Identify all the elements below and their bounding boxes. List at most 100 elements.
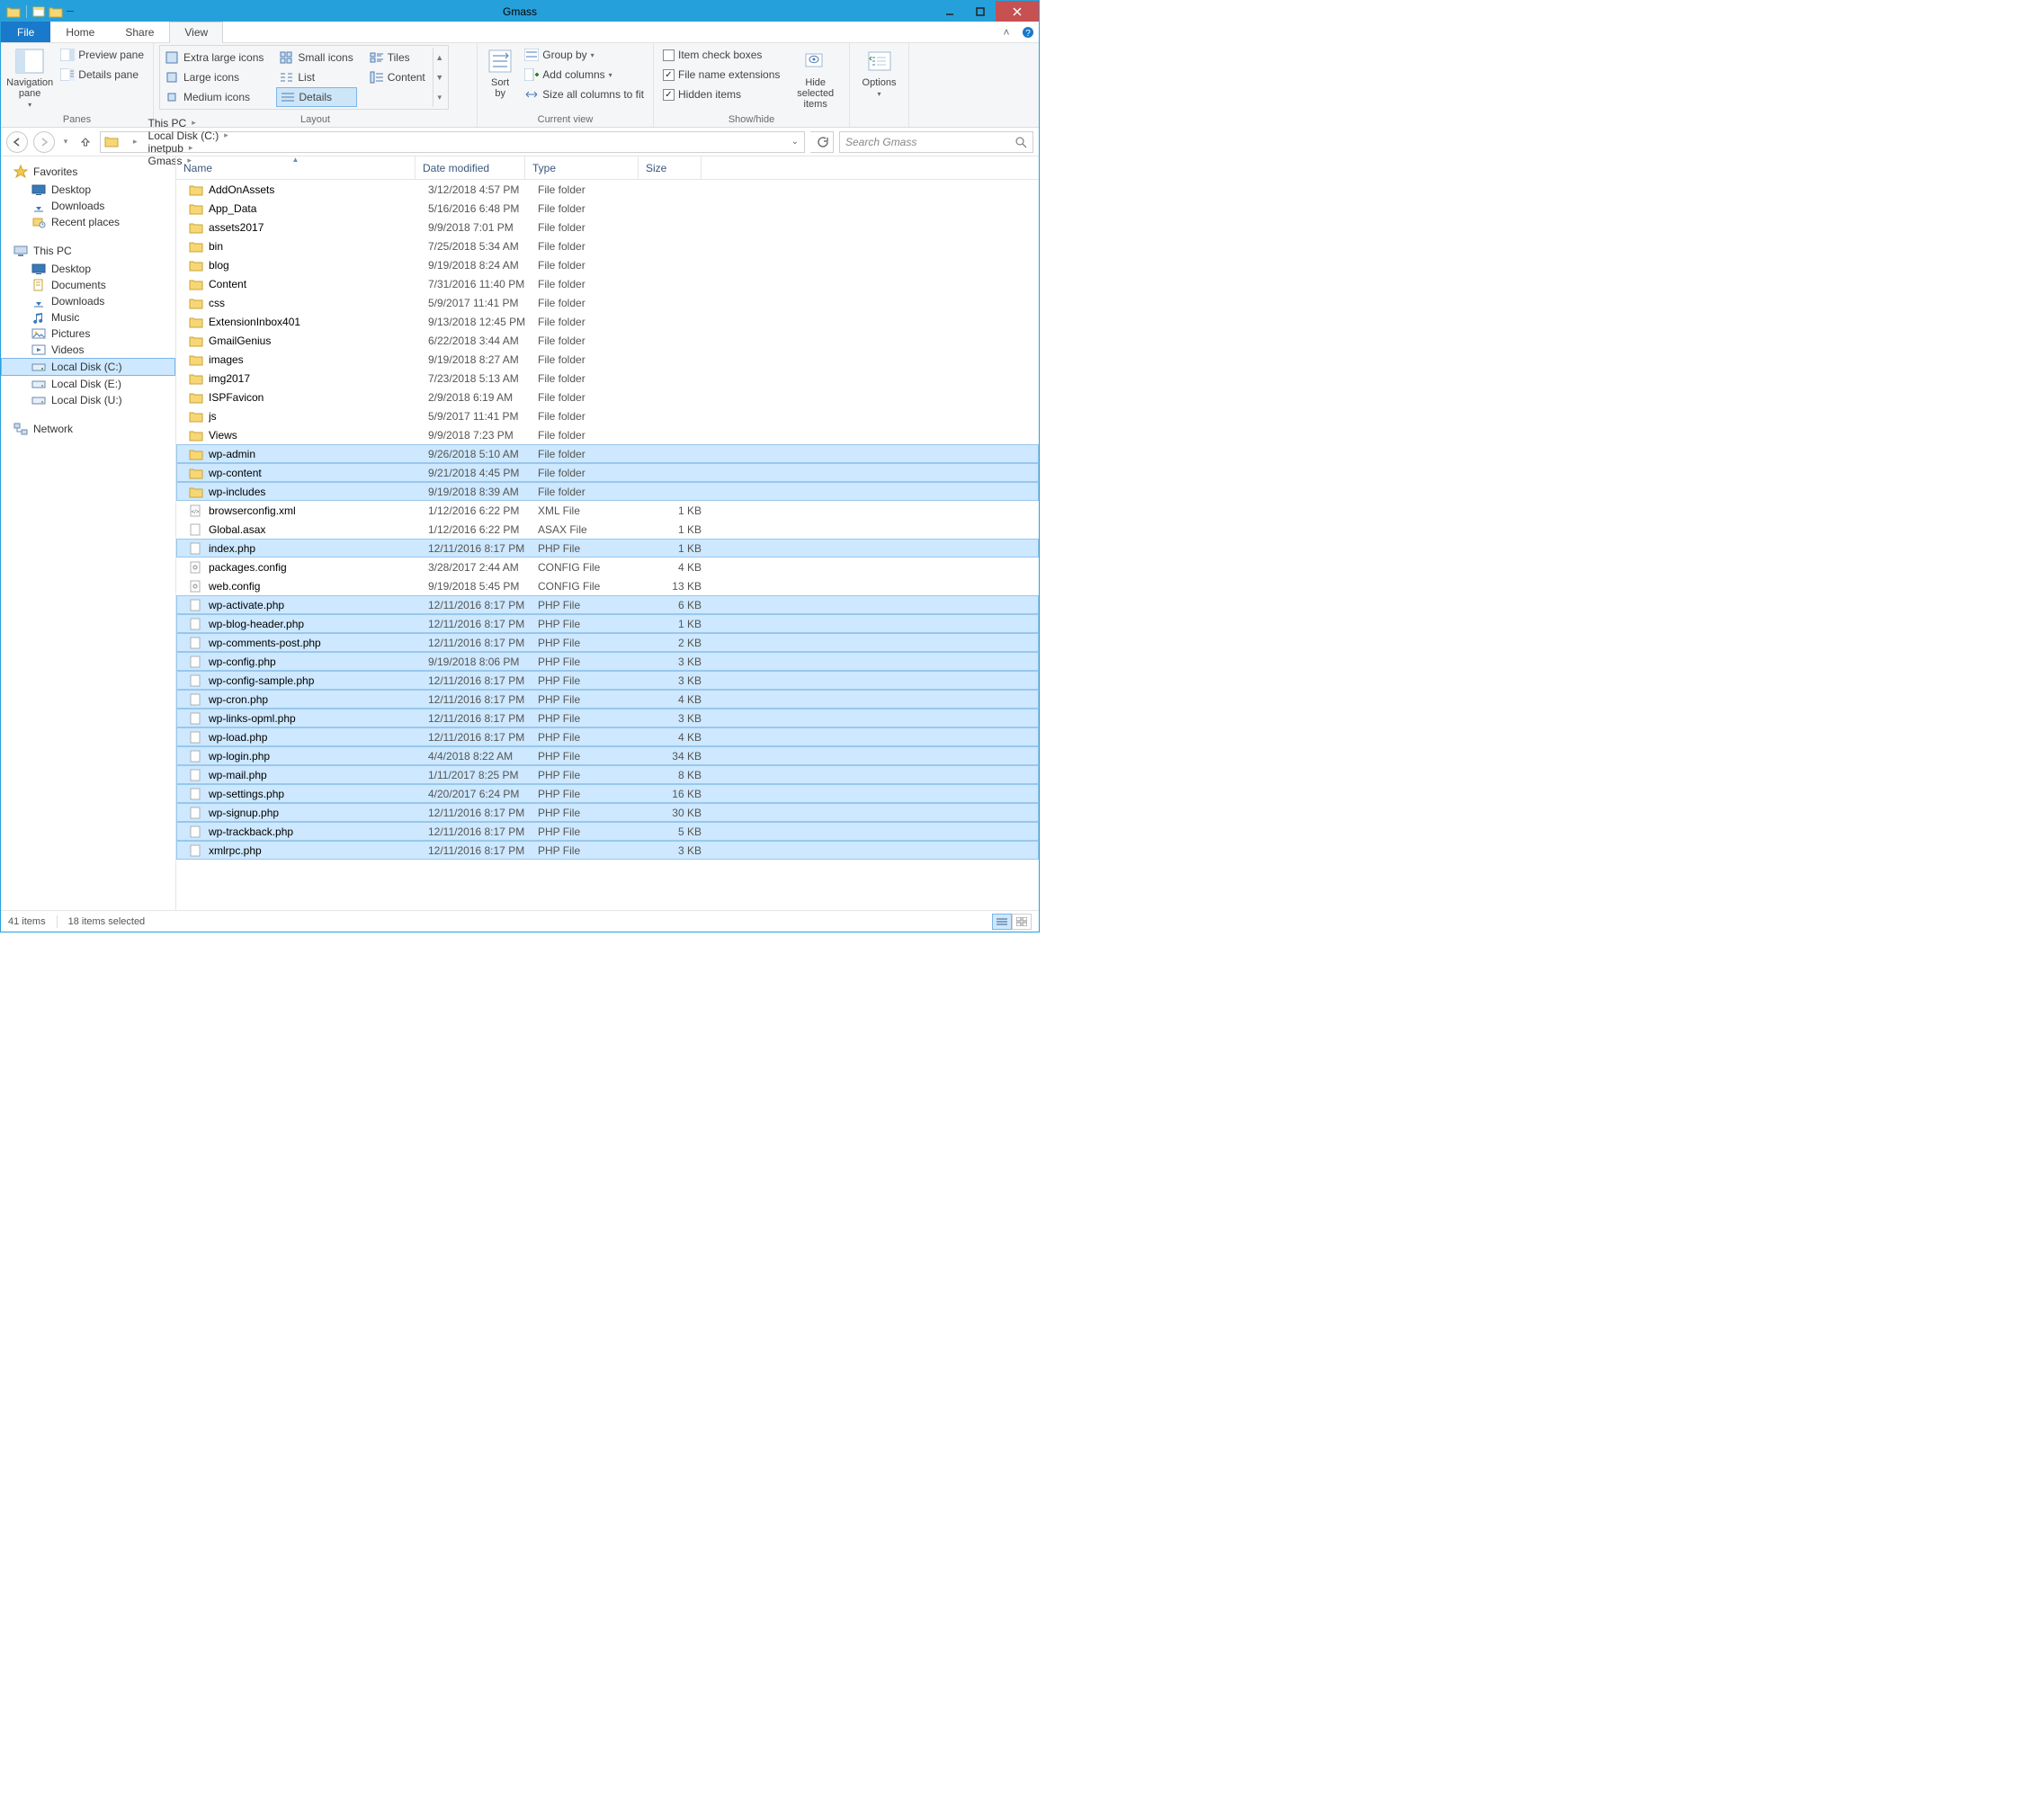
breadcrumb-item[interactable]: Local Disk (C:)▸: [143, 129, 234, 142]
layout-more-icon[interactable]: ▾: [434, 87, 446, 107]
column-size[interactable]: Size: [639, 156, 702, 179]
details-pane-button[interactable]: Details pane: [57, 65, 147, 85]
file-row[interactable]: css5/9/2017 11:41 PMFile folder: [176, 293, 1039, 312]
item-checkboxes-toggle[interactable]: Item check boxes: [659, 45, 783, 65]
nav-item[interactable]: Music: [1, 309, 175, 326]
nav-item[interactable]: Recent places: [1, 214, 175, 230]
file-row[interactable]: bin7/25/2018 5:34 AMFile folder: [176, 236, 1039, 255]
qat-dropdown-icon[interactable]: [65, 11, 76, 12]
file-row[interactable]: img20177/23/2018 5:13 AMFile folder: [176, 369, 1039, 388]
up-button[interactable]: [76, 133, 94, 151]
breadcrumb-item[interactable]: This PC▸: [143, 117, 234, 129]
file-row[interactable]: </>browserconfig.xml1/12/2016 6:22 PMXML…: [176, 501, 1039, 520]
nav-item[interactable]: Videos: [1, 342, 175, 358]
layout-option[interactable]: Details: [276, 87, 356, 107]
layout-option[interactable]: Large icons: [162, 67, 267, 87]
layout-option[interactable]: List: [276, 67, 356, 87]
file-row[interactable]: packages.config3/28/2017 2:44 AMCONFIG F…: [176, 558, 1039, 576]
file-row[interactable]: wp-signup.php12/11/2016 8:17 PMPHP File3…: [176, 803, 1039, 822]
hide-selected-button[interactable]: Hide selected items: [787, 45, 844, 110]
file-row[interactable]: ExtensionInbox4019/13/2018 12:45 PMFile …: [176, 312, 1039, 331]
file-row[interactable]: Global.asax1/12/2016 6:22 PMASAX File1 K…: [176, 520, 1039, 539]
nav-item[interactable]: Local Disk (U:): [1, 392, 175, 408]
refresh-button[interactable]: [810, 131, 834, 153]
column-date[interactable]: Date modified: [416, 156, 525, 179]
navigation-pane[interactable]: Favorites DesktopDownloadsRecent places …: [1, 156, 176, 910]
layout-scroll-up-icon[interactable]: ▲: [434, 48, 446, 67]
file-row[interactable]: Views9/9/2018 7:23 PMFile folder: [176, 425, 1039, 444]
file-row[interactable]: xmlrpc.php12/11/2016 8:17 PMPHP File3 KB: [176, 841, 1039, 860]
file-row[interactable]: wp-settings.php4/20/2017 6:24 PMPHP File…: [176, 784, 1039, 803]
column-name[interactable]: ▲Name: [176, 156, 416, 179]
file-row[interactable]: App_Data5/16/2016 6:48 PMFile folder: [176, 199, 1039, 218]
file-extensions-toggle[interactable]: ✓File name extensions: [659, 65, 783, 85]
forward-button[interactable]: [33, 131, 55, 153]
back-button[interactable]: [6, 131, 28, 153]
nav-item[interactable]: Pictures: [1, 326, 175, 342]
file-row[interactable]: wp-admin9/26/2018 5:10 AMFile folder: [176, 444, 1039, 463]
file-row[interactable]: wp-blog-header.php12/11/2016 8:17 PMPHP …: [176, 614, 1039, 633]
nav-item[interactable]: Desktop: [1, 182, 175, 198]
file-row[interactable]: Content7/31/2016 11:40 PMFile folder: [176, 274, 1039, 293]
nav-item[interactable]: Documents: [1, 277, 175, 293]
maximize-button[interactable]: [965, 1, 996, 22]
file-row[interactable]: blog9/19/2018 8:24 AMFile folder: [176, 255, 1039, 274]
new-folder-icon[interactable]: [49, 4, 63, 19]
address-dropdown-icon[interactable]: ⌄: [791, 137, 799, 147]
search-box[interactable]: Search Gmass: [839, 131, 1033, 153]
nav-item[interactable]: Local Disk (E:): [1, 376, 175, 392]
view-tab[interactable]: View: [169, 22, 223, 43]
file-row[interactable]: wp-mail.php1/11/2017 8:25 PMPHP File8 KB: [176, 765, 1039, 784]
options-button[interactable]: Options ▾: [855, 45, 903, 98]
share-tab[interactable]: Share: [110, 22, 169, 42]
thumbnails-view-toggle[interactable]: [1012, 914, 1032, 930]
file-row[interactable]: wp-cron.php12/11/2016 8:17 PMPHP File4 K…: [176, 690, 1039, 709]
layout-option[interactable]: Tiles: [366, 48, 429, 67]
network-group[interactable]: Network: [1, 419, 175, 439]
group-by-button[interactable]: Group by▾: [521, 45, 648, 65]
layout-option[interactable]: Medium icons: [162, 87, 267, 107]
file-row[interactable]: assets20179/9/2018 7:01 PMFile folder: [176, 218, 1039, 236]
help-icon[interactable]: ?: [1017, 22, 1039, 42]
minimize-button[interactable]: [934, 1, 965, 22]
crumb-root[interactable]: ▸: [122, 132, 143, 152]
close-button[interactable]: [996, 1, 1039, 22]
add-columns-button[interactable]: Add columns▾: [521, 65, 648, 85]
home-tab[interactable]: Home: [50, 22, 110, 42]
file-row[interactable]: wp-load.php12/11/2016 8:17 PMPHP File4 K…: [176, 727, 1039, 746]
collapse-ribbon-icon[interactable]: ˄: [996, 22, 1017, 42]
file-row[interactable]: wp-links-opml.php12/11/2016 8:17 PMPHP F…: [176, 709, 1039, 727]
file-row[interactable]: wp-trackback.php12/11/2016 8:17 PMPHP Fi…: [176, 822, 1039, 841]
thispc-group[interactable]: This PC: [1, 241, 175, 261]
details-view-toggle[interactable]: [992, 914, 1012, 930]
file-row[interactable]: AddOnAssets3/12/2018 4:57 PMFile folder: [176, 180, 1039, 199]
size-columns-button[interactable]: Size all columns to fit: [521, 85, 648, 104]
hidden-items-toggle[interactable]: ✓Hidden items: [659, 85, 783, 104]
file-row[interactable]: wp-activate.php12/11/2016 8:17 PMPHP Fil…: [176, 595, 1039, 614]
search-icon[interactable]: [1014, 136, 1027, 148]
file-row[interactable]: wp-login.php4/4/2018 8:22 AMPHP File34 K…: [176, 746, 1039, 765]
layout-option[interactable]: Small icons: [276, 48, 356, 67]
preview-pane-button[interactable]: Preview pane: [57, 45, 147, 65]
file-row[interactable]: wp-includes9/19/2018 8:39 AMFile folder: [176, 482, 1039, 501]
layout-scroll-down-icon[interactable]: ▼: [434, 67, 446, 87]
layout-option[interactable]: Content: [366, 67, 429, 87]
file-row[interactable]: GmailGenius6/22/2018 3:44 AMFile folder: [176, 331, 1039, 350]
file-row[interactable]: ISPFavicon2/9/2018 6:19 AMFile folder: [176, 388, 1039, 406]
nav-item[interactable]: Downloads: [1, 198, 175, 214]
file-list[interactable]: AddOnAssets3/12/2018 4:57 PMFile folderA…: [176, 180, 1039, 910]
layout-option[interactable]: Extra large icons: [162, 48, 267, 67]
file-row[interactable]: wp-content9/21/2018 4:45 PMFile folder: [176, 463, 1039, 482]
navigation-pane-button[interactable]: Navigation pane ▾: [6, 45, 53, 109]
file-row[interactable]: wp-config-sample.php12/11/2016 8:17 PMPH…: [176, 671, 1039, 690]
nav-item[interactable]: Downloads: [1, 293, 175, 309]
file-row[interactable]: wp-comments-post.php12/11/2016 8:17 PMPH…: [176, 633, 1039, 652]
nav-item[interactable]: Local Disk (C:): [1, 358, 175, 376]
recent-locations-icon[interactable]: ▾: [60, 137, 71, 147]
favorites-group[interactable]: Favorites: [1, 162, 175, 182]
breadcrumb-item[interactable]: inetpub▸: [143, 142, 234, 155]
file-row[interactable]: images9/19/2018 8:27 AMFile folder: [176, 350, 1039, 369]
file-row[interactable]: wp-config.php9/19/2018 8:06 PMPHP File3 …: [176, 652, 1039, 671]
properties-icon[interactable]: [32, 4, 47, 19]
file-row[interactable]: index.php12/11/2016 8:17 PMPHP File1 KB: [176, 539, 1039, 558]
